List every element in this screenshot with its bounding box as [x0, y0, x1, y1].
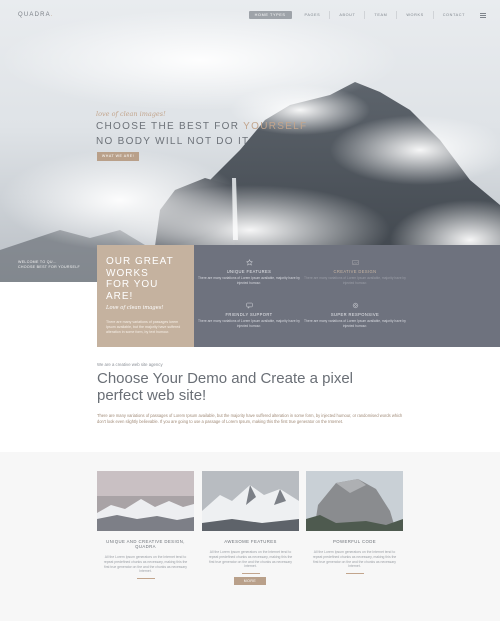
intro-kicker: We are a creative web site agency: [97, 362, 163, 367]
feature-text: There are many variations of Lorem Ipsum…: [198, 276, 300, 285]
feature-title: UNIQUE FEATURES: [226, 269, 272, 274]
intro-heading: Choose Your Demo and Create a pixel perf…: [97, 370, 353, 404]
great-works-title-line-2: WORKS: [106, 267, 149, 279]
feature-unique-features: UNIQUE FEATURES There are many variation…: [194, 259, 304, 285]
hero-headline-text: CHOOSE THE BEST FOR: [96, 121, 244, 132]
card-awesome-features: AWESOME FEATURES All the Lorem Ipsum gen…: [202, 471, 299, 575]
hero-headline-accent: YOURSELF: [243, 121, 308, 132]
more-button[interactable]: MORE: [234, 577, 266, 585]
great-works-title-line-3: FOR YOU ARE!: [106, 279, 159, 302]
feature-creative-design: CREATIVE DESIGN There are many variation…: [300, 259, 410, 285]
card-image-rock-dome[interactable]: [306, 471, 403, 531]
what-we-are-button[interactable]: WHAT WE ARE!: [97, 152, 139, 161]
image-icon: [351, 260, 359, 265]
settings-icon: [352, 302, 358, 309]
great-works-title: OUR GREAT WORKS FOR YOU ARE!: [106, 256, 185, 302]
card-text: All the Lorem Ipsum generators on the In…: [208, 550, 293, 569]
nav-item-about[interactable]: ABOUT: [329, 11, 364, 19]
card-title: UNIQUE AND CREATIVE DESIGN, QUADRA: [106, 539, 185, 549]
hero-headline-line2: NO BODY WILL NOT DO IT: [96, 136, 250, 147]
card-divider: [241, 573, 260, 575]
card-title: AWESOME FEATURES: [224, 539, 277, 544]
card-text: All the Lorem Ipsum generators on the In…: [312, 550, 397, 569]
welcome-text: WELCOME TO QU... CHOOSE BEST FOR YOURSEL…: [18, 260, 80, 270]
card-divider: [345, 573, 364, 575]
great-works-panel: OUR GREAT WORKS FOR YOU ARE! Love of cle…: [97, 245, 194, 347]
card-image-snow-peaks[interactable]: [202, 471, 299, 531]
great-works-subtitle: Love of clean images!: [106, 305, 164, 311]
nav-item-contact[interactable]: CONTACT: [432, 11, 474, 19]
intro-paragraph: There are many variations of passages of…: [97, 413, 403, 424]
logo-text: QUADRA: [18, 12, 51, 18]
card-image-mountain[interactable]: [97, 471, 194, 531]
feature-text: There are many variations of Lorem Ipsum…: [198, 319, 300, 328]
feature-title: FRIENDLY SUPPORT: [225, 312, 273, 317]
card-powerful-code: POWERFUL CODE All the Lorem Ipsum genera…: [306, 471, 403, 575]
site-logo[interactable]: QUADRA.: [18, 12, 54, 18]
nav-item-pages[interactable]: PAGES: [296, 11, 330, 19]
nav-item-home-types[interactable]: HOME TYPES: [248, 11, 292, 19]
hero-tagline: love of clean images!: [96, 110, 166, 118]
star-icon: [245, 259, 253, 266]
nav-item-works[interactable]: WORKS: [396, 11, 432, 19]
card-title: POWERFUL CODE: [333, 539, 376, 544]
great-works-title-line-1: OUR GREAT: [106, 256, 174, 267]
card-text: All the Lorem Ipsum generators on the In…: [103, 555, 188, 574]
feature-title: SUPER RESPONSIVE: [330, 312, 380, 317]
hero-mountain-image: [0, 10, 500, 282]
welcome-line-2: CHOOSE BEST FOR YOURSELF: [18, 265, 80, 269]
features-panel: UNIQUE FEATURES There are many variation…: [194, 245, 500, 347]
card-unique-design: UNIQUE AND CREATIVE DESIGN, QUADRA All t…: [97, 471, 194, 580]
feature-super-responsive: SUPER RESPONSIVE There are many variatio…: [300, 302, 410, 328]
feature-text: There are many variations of Lorem Ipsum…: [304, 276, 406, 285]
main-navigation: HOME TYPES PAGES ABOUT TEAM WORKS CONTAC…: [248, 11, 486, 19]
nav-item-team[interactable]: TEAM: [364, 11, 396, 19]
hero-section: QUADRA. HOME TYPES PAGES ABOUT TEAM WORK…: [0, 0, 500, 282]
hero-headline: CHOOSE THE BEST FOR YOURSELF: [96, 121, 307, 132]
card-divider: [136, 578, 155, 580]
chat-icon: [245, 302, 253, 309]
feature-title: CREATIVE DESIGN: [333, 269, 377, 274]
feature-text: There are many variations of Lorem Ipsum…: [304, 319, 406, 328]
great-works-text: There are many variations of passages lo…: [106, 320, 181, 334]
logo-accent: .: [50, 12, 54, 18]
hamburger-icon[interactable]: [480, 12, 486, 18]
feature-friendly-support: FRIENDLY SUPPORT There are many variatio…: [194, 302, 304, 328]
